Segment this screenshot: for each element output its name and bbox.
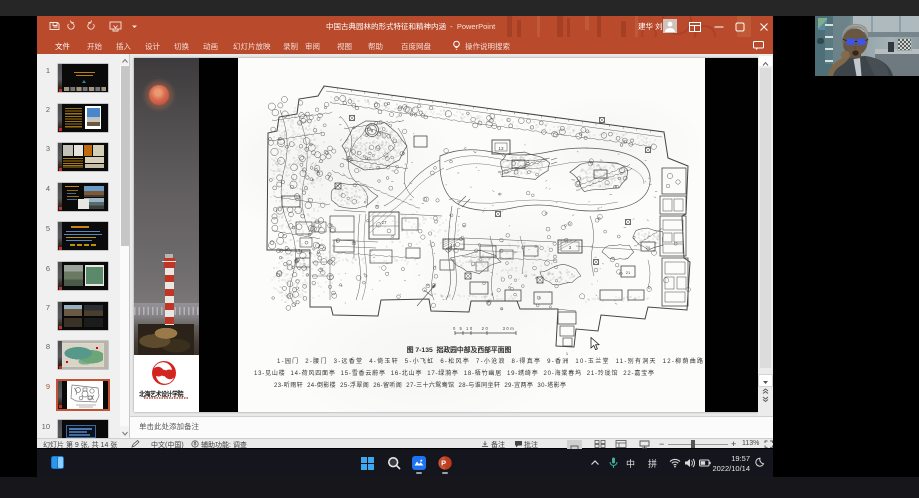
svg-text:1: 1 — [566, 351, 569, 356]
svg-text:27: 27 — [381, 220, 387, 225]
svg-text:20: 20 — [646, 245, 651, 250]
svg-text:0 5 10 20 30m: 0 5 10 20 30m — [453, 326, 515, 331]
svg-text:13-见山楼 14-荷风四面亭 15-雪香云蔚亭 16: 13-见山楼 14-荷风四面亭 15-雪香云蔚亭 16-北山亭 17-绿漪亭 1… — [254, 369, 654, 377]
svg-text:3: 3 — [569, 245, 572, 250]
svg-text:P: P — [441, 459, 446, 468]
svg-text:图 7-135 拙政园中部及西部平面图: 图 7-135 拙政园中部及西部平面图 — [407, 345, 512, 354]
svg-text:23-听雨轩 24-倒影楼 25-浮翠阁 26-留听阁: 23-听雨轩 24-倒影楼 25-浮翠阁 26-留听阁 27-三十六鸳鸯馆 28… — [274, 381, 566, 389]
svg-text:13: 13 — [498, 146, 504, 151]
svg-text:1-园门 2-腰门 3-远香堂 4-倚玉轩 5-小飞: 1-园门 2-腰门 3-远香堂 4-倚玉轩 5-小飞虹 6-松风亭 7-小沧浪 … — [277, 357, 703, 365]
svg-text:21: 21 — [626, 270, 631, 275]
